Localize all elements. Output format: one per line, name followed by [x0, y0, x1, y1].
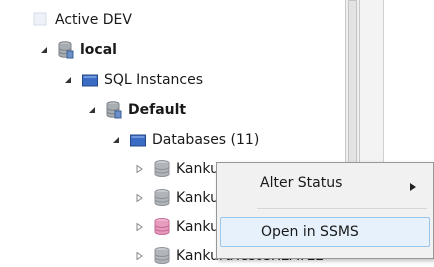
tree-node-server[interactable]: local: [40, 39, 117, 61]
submenu-arrow-icon: [410, 179, 416, 195]
menu-separator: [257, 208, 427, 209]
menu-item-label: Alter Status: [260, 175, 343, 191]
collapsed-arrow-icon[interactable]: [136, 223, 144, 231]
context-menu: Alter Status Open in SSMS: [216, 162, 434, 259]
tree-node-label: SQL Instances: [104, 72, 203, 88]
tree-node-label: Default: [128, 102, 187, 118]
tree-node-databases[interactable]: Databases (11): [112, 129, 259, 151]
tree-node-root[interactable]: Active DEV: [33, 9, 132, 31]
database-pink-icon: [154, 218, 170, 236]
tree-node-label: Databases (11): [152, 132, 260, 148]
database-icon: [154, 189, 170, 207]
database-icon: [154, 160, 170, 178]
folder-icon: [82, 71, 98, 89]
workspace-icon: [33, 11, 49, 29]
tree-node-label: local: [80, 42, 117, 58]
expanded-arrow-icon[interactable]: [40, 46, 48, 54]
collapsed-arrow-icon[interactable]: [136, 194, 144, 202]
expanded-arrow-icon[interactable]: [64, 76, 72, 84]
collapsed-arrow-icon[interactable]: [136, 165, 144, 173]
menu-item-open-in-ssms[interactable]: Open in SSMS: [220, 217, 430, 247]
sql-instance-icon: [106, 101, 122, 119]
folder-icon: [130, 131, 146, 149]
server-database-icon: [58, 41, 74, 59]
tree-node-label: Active DEV: [55, 12, 132, 28]
menu-item-alter-status[interactable]: Alter Status: [220, 168, 430, 198]
menu-item-label: Open in SSMS: [261, 224, 359, 240]
tree-node-sql-instances[interactable]: SQL Instances: [64, 69, 203, 91]
expanded-arrow-icon[interactable]: [112, 136, 120, 144]
expanded-arrow-icon[interactable]: [88, 106, 96, 114]
database-icon: [154, 247, 170, 265]
tree-node-instance-default[interactable]: Default: [88, 99, 186, 121]
